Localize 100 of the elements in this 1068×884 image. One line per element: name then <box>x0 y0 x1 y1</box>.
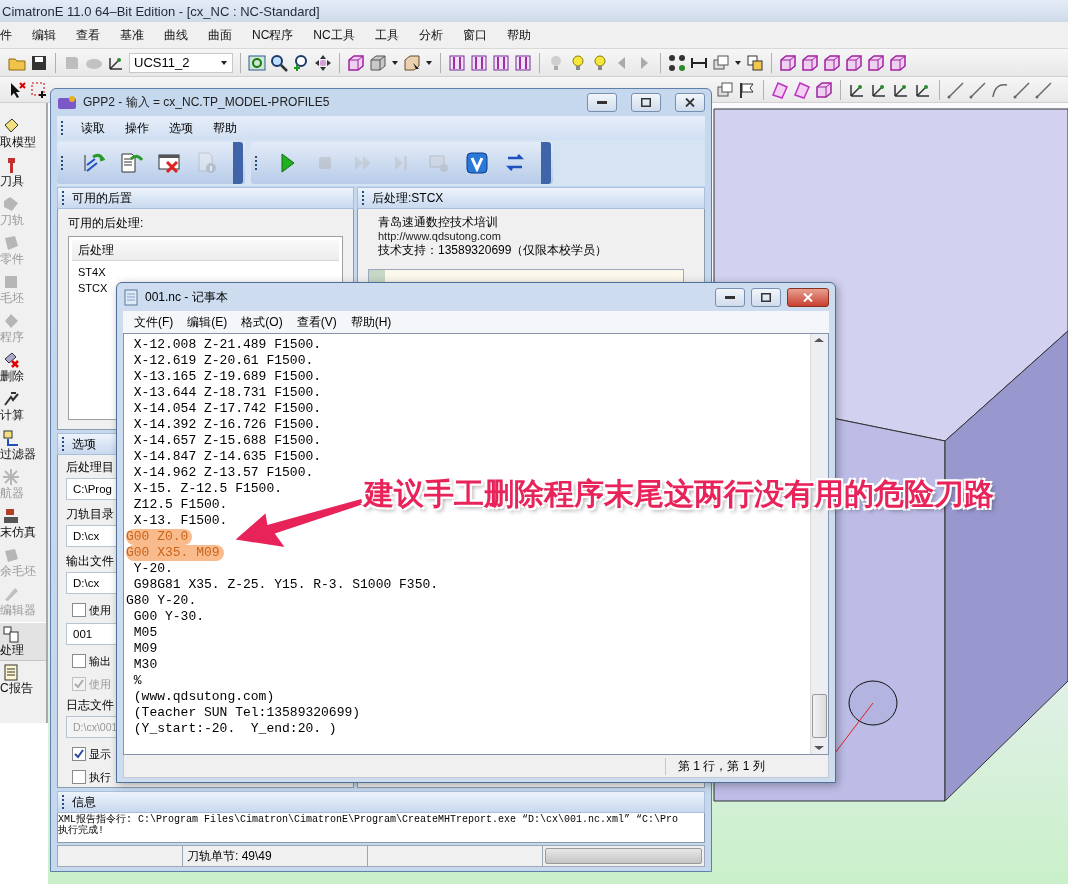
log-line: XML报告指令行: C:\Program Files\Cimatron\CimatronE\Program\CreateMHTreport.exe “D:\cx\001.nc.xml” “C:\Pro <box>58 814 680 825</box>
menu-item[interactable]: 件 <box>0 24 22 46</box>
light-bulb-icon[interactable] <box>591 53 609 72</box>
copy-icon[interactable] <box>746 53 764 72</box>
sidebar-item[interactable]: 删除 <box>0 349 46 388</box>
cube-icon[interactable] <box>823 53 841 72</box>
menu-item[interactable]: 工具 <box>364 24 409 46</box>
sidebar-item[interactable]: 计算 <box>0 388 46 427</box>
cube-icon[interactable] <box>347 53 365 72</box>
box-icon[interactable] <box>403 53 421 72</box>
line-icon[interactable] <box>969 80 987 99</box>
scroll-thumb[interactable] <box>812 694 827 738</box>
surface-icon[interactable] <box>771 80 789 99</box>
pointer-delete-icon[interactable] <box>8 80 26 99</box>
zoom-in-icon[interactable] <box>292 53 310 72</box>
tool-icon <box>2 507 20 525</box>
cube-icon[interactable] <box>815 80 833 99</box>
sidebar-item[interactable]: 取模型 <box>0 115 46 154</box>
menu-item[interactable]: 格式(O) <box>234 313 290 331</box>
sidebar-item[interactable]: 处理 <box>0 622 46 661</box>
menu-item[interactable]: 帮助 <box>203 119 247 137</box>
ucs-dropdown[interactable]: UCS11_2 <box>129 52 233 73</box>
cube-icon[interactable] <box>845 53 863 72</box>
cube-icon[interactable] <box>889 53 907 72</box>
path-field[interactable]: D:\cx <box>66 572 117 594</box>
close-button[interactable] <box>675 93 705 112</box>
code-line: X-15. Z-12.5 F1500. <box>132 481 283 497</box>
section-view-icon[interactable] <box>470 53 488 72</box>
nodes-icon[interactable] <box>668 53 686 72</box>
checkbox-label: 显示 <box>89 746 111 762</box>
cube-icon[interactable] <box>867 53 885 72</box>
menu-item[interactable]: 查看(V) <box>289 313 344 331</box>
menu-item[interactable]: 选项 <box>159 119 203 137</box>
maximize-button[interactable] <box>631 93 661 112</box>
cube-icon[interactable] <box>801 53 819 72</box>
checkbox[interactable] <box>72 654 86 668</box>
path-field[interactable]: D:\cx <box>66 525 117 547</box>
list-item[interactable]: ST4X <box>72 264 112 280</box>
info-text: http://www.qdsutong.com <box>378 229 502 243</box>
menu-item[interactable]: NC程序 <box>242 24 304 46</box>
menu-item[interactable]: 操作 <box>115 119 159 137</box>
surface-icon[interactable] <box>793 80 811 99</box>
section-view-icon[interactable] <box>448 53 466 72</box>
menu-item[interactable]: 曲线 <box>154 24 198 46</box>
select-box-icon[interactable] <box>30 80 48 99</box>
status-text: 第 1 行，第 1 列 <box>665 757 828 775</box>
layers-icon[interactable] <box>712 53 730 72</box>
info-icon <box>195 151 219 175</box>
code-line: X-14.392 Z-16.726 F1500. <box>132 417 322 433</box>
light-bulb-icon[interactable] <box>569 53 587 72</box>
minimize-button[interactable] <box>715 287 745 307</box>
close-button[interactable] <box>787 287 829 307</box>
checkbox[interactable] <box>72 603 86 617</box>
minimize-button[interactable] <box>587 93 617 112</box>
sidebar-item[interactable]: C报告 <box>0 661 46 700</box>
save-icon[interactable] <box>30 53 48 72</box>
section-view-icon[interactable] <box>492 53 510 72</box>
column-header[interactable]: 后处理 <box>72 240 339 261</box>
cube-icon[interactable] <box>779 53 797 72</box>
menu-item[interactable]: 帮助 <box>496 24 541 46</box>
menu-item[interactable]: 读取 <box>71 119 115 137</box>
sidebar-item[interactable]: 过滤器 <box>0 427 46 466</box>
check-icon <box>73 748 85 760</box>
checkbox-label: 使用 <box>89 676 111 692</box>
menu-item[interactable]: 曲面 <box>198 24 242 46</box>
line-icon[interactable] <box>1013 80 1031 99</box>
sidebar-item[interactable]: 刀具 <box>0 154 46 193</box>
menu-item[interactable]: 分析 <box>408 24 453 46</box>
menu-item[interactable]: 窗口 <box>452 24 497 46</box>
menu-item[interactable]: NC工具 <box>303 24 365 46</box>
checkbox[interactable] <box>72 747 86 761</box>
checkbox[interactable] <box>72 770 86 784</box>
code-line: G00 Y-30. <box>132 609 204 625</box>
menu-item[interactable]: 基准 <box>110 24 154 46</box>
notepad-icon <box>123 288 139 306</box>
shaded-cube-icon[interactable] <box>369 53 387 72</box>
layers-icon[interactable] <box>716 80 734 99</box>
zoom-window-icon[interactable] <box>248 53 266 72</box>
flag-icon[interactable] <box>738 80 756 99</box>
zoom-icon[interactable] <box>270 53 288 72</box>
maximize-button[interactable] <box>751 287 781 307</box>
menu-item[interactable]: 文件(F) <box>127 313 181 331</box>
code-line: X-13.165 Z-19.689 F1500. <box>132 369 322 385</box>
menu-item[interactable]: 查看 <box>66 24 110 46</box>
document-icon <box>119 151 143 175</box>
option-label: 输出文件 <box>66 553 114 569</box>
code-line: (www.qdsutong.com) <box>132 689 275 705</box>
menu-item[interactable]: 编辑(E) <box>180 313 235 331</box>
menu-item[interactable]: 编辑 <box>22 24 66 46</box>
path-field[interactable]: 001 <box>66 623 117 645</box>
pan-icon[interactable] <box>314 53 332 72</box>
line-icon[interactable] <box>1035 80 1053 99</box>
panel-title: 可用的后置 <box>72 189 132 207</box>
path-field[interactable]: C:\Prog <box>66 478 117 500</box>
menu-item[interactable]: 帮助(H) <box>343 313 399 331</box>
list-item[interactable]: STCX <box>72 280 114 296</box>
section-view-icon[interactable] <box>514 53 532 72</box>
line-icon[interactable] <box>947 80 965 99</box>
tool-icon <box>2 585 20 603</box>
sidebar-item[interactable]: 末仿真 <box>0 505 46 544</box>
